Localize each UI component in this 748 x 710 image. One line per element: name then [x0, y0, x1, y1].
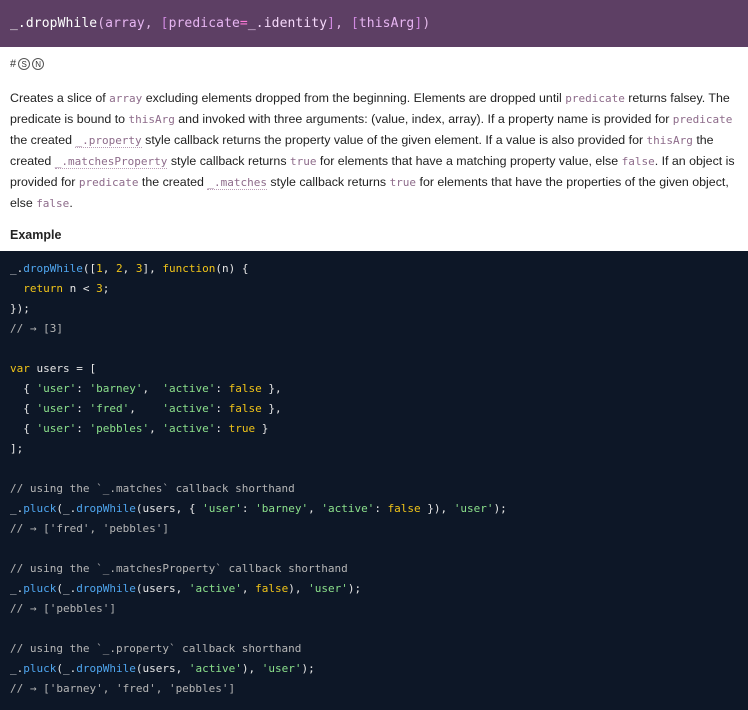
desc-code: predicate	[565, 92, 625, 105]
desc-text: excluding elements dropped from the begi…	[142, 91, 566, 105]
sig-sep: ,	[144, 16, 161, 31]
sig-param-thisarg: thisArg	[358, 16, 415, 31]
example-heading: Example	[10, 228, 62, 242]
code-listing: _.dropWhile([1, 2, 3], function(n) { ret…	[10, 262, 507, 695]
reference-links: # S N	[10, 58, 45, 70]
desc-code: array	[109, 92, 143, 105]
sig-sep: ,	[335, 16, 351, 31]
desc-text: the created	[138, 175, 208, 189]
desc-text: style callback returns	[266, 175, 390, 189]
desc-code: true	[389, 176, 417, 189]
signature-header: _.dropWhile(array, [predicate=_.identity…	[0, 0, 748, 47]
function-signature: _.dropWhile(array, [predicate=_.identity…	[10, 16, 430, 31]
sig-param-predicate: predicate	[168, 16, 240, 31]
sig-bracket: [	[160, 16, 169, 31]
sig-prefix: _.	[10, 16, 26, 31]
sig-close-paren: )	[422, 16, 431, 31]
desc-code: predicate	[672, 113, 733, 126]
desc-text: the created	[10, 133, 76, 147]
sig-default-identity: _.identity	[247, 16, 328, 31]
sig-equals: =	[239, 16, 248, 31]
matches-doc-link[interactable]: _.matches	[207, 176, 267, 190]
desc-text: style callback returns	[167, 154, 290, 168]
description-paragraph: Creates a slice of array excluding eleme…	[10, 88, 742, 214]
matchesproperty-doc-link[interactable]: _.matchesProperty	[54, 155, 168, 169]
desc-code: predicate	[78, 176, 139, 189]
code-example-block: _.dropWhile([1, 2, 3], function(n) { ret…	[0, 251, 748, 710]
sig-open-paren: (	[97, 16, 106, 31]
sig-function-name: dropWhile	[25, 16, 98, 31]
sig-bracket: [	[350, 16, 359, 31]
desc-code: thisArg	[646, 134, 693, 147]
desc-code: true	[289, 155, 317, 168]
npm-link-icon[interactable]: N	[32, 58, 45, 70]
desc-code: false	[621, 155, 655, 168]
sig-bracket: ]	[327, 16, 336, 31]
sig-param-array: array	[105, 16, 145, 31]
property-doc-link[interactable]: _.property	[75, 134, 142, 148]
desc-text: and invoked with three arguments: (value…	[174, 112, 673, 126]
desc-code: thisArg	[128, 113, 175, 126]
permalink-hash-link[interactable]: #	[10, 58, 16, 70]
desc-text: for elements that have a matching proper…	[316, 154, 622, 168]
desc-text: .	[69, 196, 73, 210]
desc-code: false	[36, 197, 70, 210]
desc-text: style callback returns the property valu…	[141, 133, 647, 147]
desc-text: Creates a slice of	[10, 91, 110, 105]
source-link-icon[interactable]: S	[18, 58, 31, 70]
